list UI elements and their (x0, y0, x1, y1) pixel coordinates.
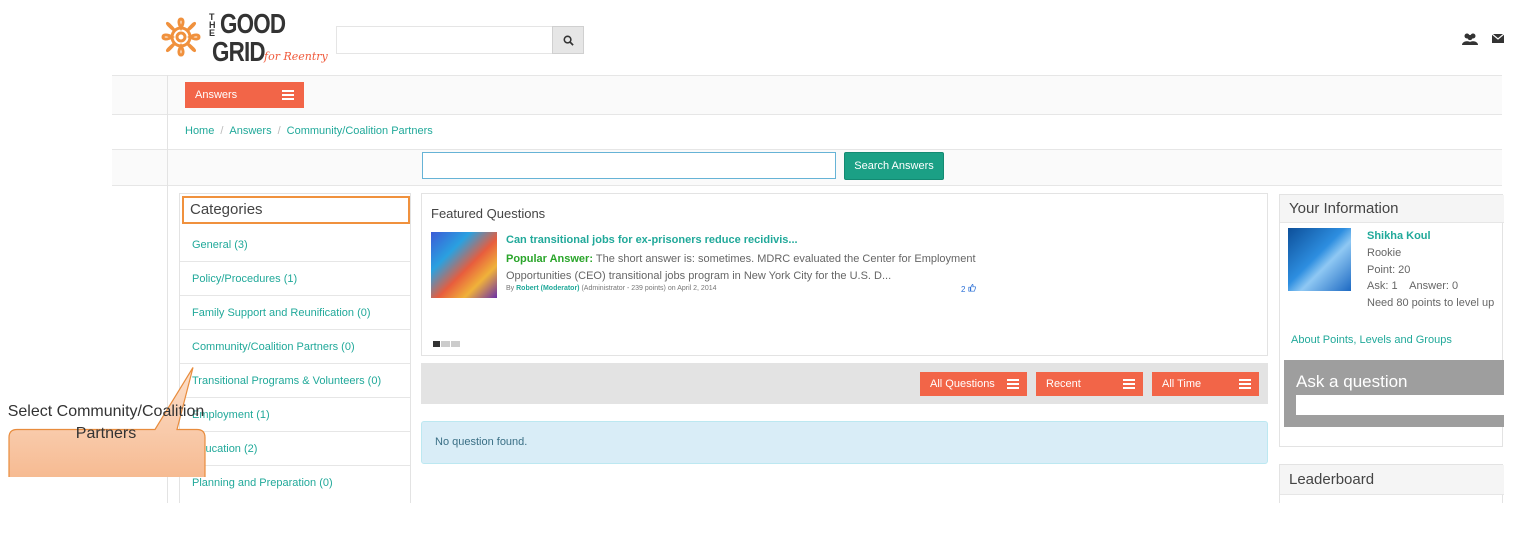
answers-menu-label: Answers (195, 89, 238, 101)
breadcrumb-answers[interactable]: Answers (229, 125, 271, 137)
user-level-need: Need 80 points to level up (1367, 297, 1495, 309)
leaderboard-title: Leaderboard (1280, 465, 1504, 495)
logo-grid-text: GRID (212, 36, 266, 67)
carousel-indicator[interactable] (433, 341, 460, 347)
site-logo[interactable]: THE GOOD GRID for Reentry (152, 8, 332, 68)
list-icon (1123, 379, 1135, 389)
ask-question-box: Ask a question (1284, 360, 1506, 427)
flower-logo-icon (161, 17, 201, 57)
category-item-family-support[interactable]: Family Support and Reunification (0) (180, 295, 410, 329)
breadcrumb-separator: / (220, 125, 224, 137)
category-item-policy-procedures[interactable]: Policy/Procedures (1) (180, 261, 410, 295)
category-item-transitional-programs[interactable]: Transitional Programs & Volunteers (0) (180, 363, 410, 397)
carousel-dot-active[interactable] (433, 341, 440, 347)
carousel-dot[interactable] (441, 341, 450, 347)
featured-questions-title: Featured Questions (431, 206, 546, 221)
by-label: By (506, 285, 515, 292)
your-information-title: Your Information (1280, 195, 1504, 223)
breadcrumb: Home / Answers / Community/Coalition Partner… (185, 125, 433, 137)
avatar[interactable] (1288, 228, 1351, 291)
all-questions-filter-button[interactable]: All Questions (920, 372, 1027, 396)
category-item-education[interactable]: Education (2) (180, 431, 410, 465)
page-bottom-margin (0, 503, 1514, 555)
recent-filter-button[interactable]: Recent (1036, 372, 1143, 396)
categories-title: Categories (182, 196, 410, 224)
envelope-icon[interactable] (1491, 33, 1505, 48)
logo-tagline: for Reentry (264, 50, 328, 63)
popular-answer-label: Popular Answer: (506, 253, 593, 265)
featured-answer-text: Popular Answer: The short answer is: som… (506, 251, 976, 285)
author-meta: (Administrator - 239 points) (581, 285, 666, 292)
category-item-planning-preparation[interactable]: Planning and Preparation (0) (180, 465, 410, 499)
categories-panel: Categories General (3) Policy/Procedures… (179, 193, 411, 513)
category-item-general[interactable]: General (3) (180, 228, 410, 262)
logo-the-text: THE (209, 12, 216, 38)
question-filter-bar: All Questions Recent All Time (421, 363, 1268, 404)
category-item-employment[interactable]: Employment (1) (180, 397, 410, 431)
users-icon[interactable] (1462, 33, 1478, 48)
recent-label: Recent (1046, 378, 1081, 390)
featured-question-image[interactable] (431, 232, 497, 298)
thumbs-up-icon (968, 284, 976, 292)
site-search-input[interactable] (336, 26, 552, 54)
answers-search-input[interactable] (422, 152, 836, 179)
site-search-button[interactable] (552, 26, 584, 54)
breadcrumb-home[interactable]: Home (185, 125, 214, 137)
your-information-panel: Your Information Shikha Koul Rookie Poin… (1279, 194, 1506, 447)
user-name-link[interactable]: Shikha Koul (1367, 230, 1431, 242)
all-questions-label: All Questions (930, 378, 995, 390)
list-icon (1239, 379, 1251, 389)
carousel-dot[interactable] (451, 341, 460, 347)
callout-text: Select Community/Coalition Partners (7, 403, 205, 442)
ask-question-label: Ask a question (1296, 372, 1408, 391)
list-icon (282, 90, 294, 100)
author-link[interactable]: Robert (Moderator) (516, 285, 579, 292)
likes-count[interactable]: 2 (961, 284, 976, 294)
breadcrumb-current[interactable]: Community/Coalition Partners (287, 125, 433, 137)
user-rank: Rookie (1367, 247, 1402, 259)
breadcrumb-separator: / (277, 125, 281, 137)
all-time-label: All Time (1162, 378, 1202, 390)
nav-band (112, 75, 1502, 114)
featured-answer-meta: By Robert (Moderator) (Administrator - 2… (506, 285, 717, 292)
points-levels-groups-link[interactable]: About Points, Levels and Groups (1291, 334, 1452, 346)
all-time-filter-button[interactable]: All Time (1152, 372, 1259, 396)
answer-date: on April 2, 2014 (667, 285, 717, 292)
likes-number: 2 (961, 285, 966, 294)
list-icon (1007, 379, 1019, 389)
featured-questions-panel: Featured Questions Can transitional jobs… (421, 193, 1268, 356)
answers-menu-button[interactable]: Answers (185, 82, 304, 108)
user-ask-answer: Ask: 1 Answer: 0 (1367, 280, 1459, 292)
top-bar: THE GOOD GRID for Reentry (0, 0, 1514, 75)
user-points: Point: 20 (1367, 264, 1411, 276)
no-question-alert: No question found. (421, 421, 1268, 464)
search-icon (563, 35, 574, 46)
search-answers-button[interactable]: Search Answers (844, 152, 944, 180)
featured-question-link[interactable]: Can transitional jobs for ex-prisoners r… (506, 234, 798, 246)
ask-question-input[interactable] (1296, 395, 1506, 415)
category-item-community-coalition[interactable]: Community/Coalition Partners (0) (180, 329, 410, 363)
